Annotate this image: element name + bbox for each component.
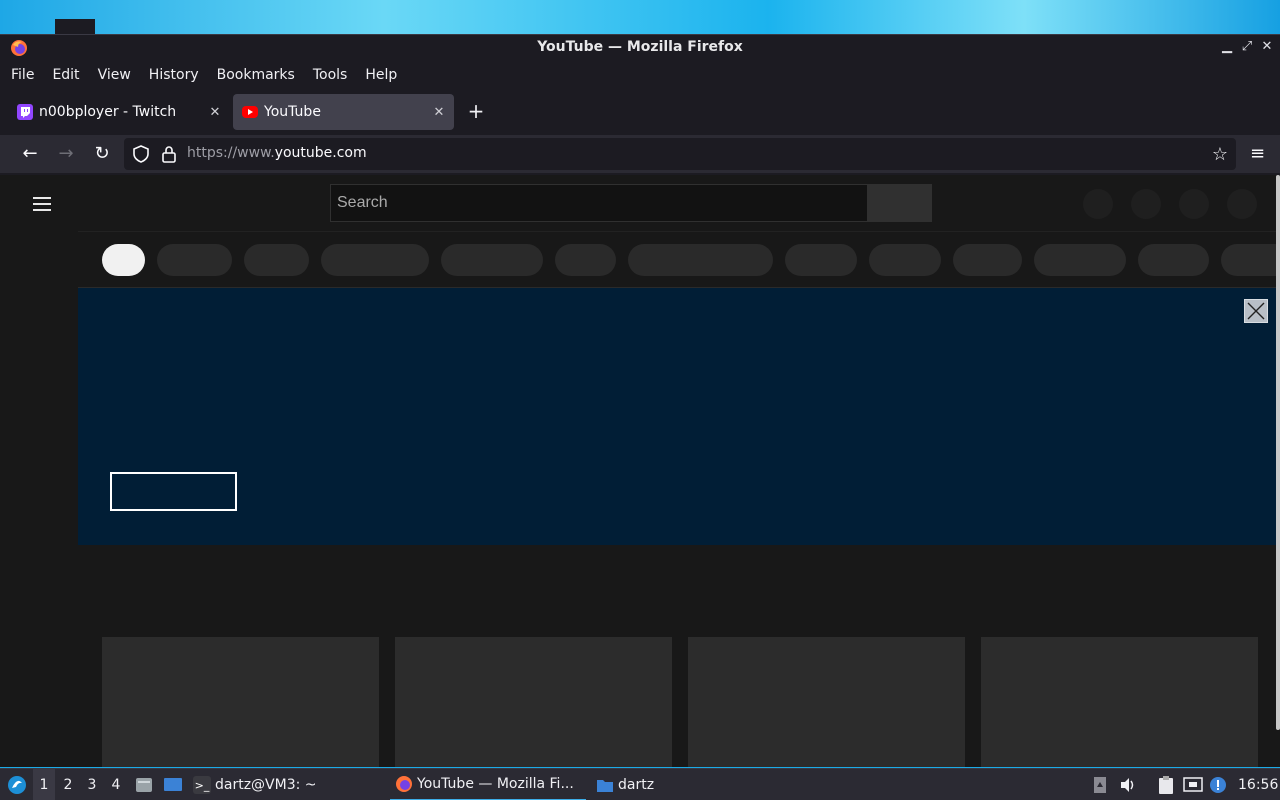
url-host: youtube.com: [274, 145, 367, 161]
workspace-1[interactable]: 1: [33, 769, 55, 800]
address-bar[interactable]: https://www.youtube.com ☆: [124, 138, 1236, 170]
close-tab-icon[interactable]: ✕: [205, 105, 225, 120]
tracking-protection-shield-icon[interactable]: [132, 145, 150, 163]
new-tab-button[interactable]: +: [466, 101, 486, 121]
volume-icon[interactable]: [1118, 769, 1138, 800]
desktop-window-stub: [55, 19, 95, 34]
desktop-icon: [164, 778, 182, 791]
chip-placeholder[interactable]: [157, 244, 232, 276]
tray-expand-icon[interactable]: [1092, 769, 1108, 800]
banner-cta-button[interactable]: [110, 472, 237, 511]
file-manager-launcher[interactable]: [134, 769, 154, 800]
menu-history[interactable]: History: [146, 67, 202, 83]
task-firefox[interactable]: YouTube — Mozilla Fi...: [390, 769, 586, 800]
chip-placeholder[interactable]: [1138, 244, 1209, 276]
desktop-wallpaper: [0, 0, 1280, 34]
url-scheme: https://www.: [187, 145, 275, 161]
title-bar: YouTube — Mozilla Firefox ▁ ⤢ ✕: [0, 35, 1280, 60]
navigation-toolbar: ← → ↻ https://www.youtube.com ☆ ≡: [0, 135, 1280, 173]
chip-placeholder[interactable]: [869, 244, 941, 276]
video-thumbnail-placeholder[interactable]: [102, 637, 379, 767]
close-tab-icon[interactable]: ✕: [429, 105, 449, 120]
menu-help[interactable]: Help: [362, 67, 400, 83]
search-input[interactable]: Search: [330, 184, 868, 222]
close-window-button[interactable]: ✕: [1260, 39, 1274, 54]
tab-strip: n00bployer - Twitch ✕ YouTube ✕ +: [0, 93, 1280, 133]
task-files[interactable]: dartz: [596, 769, 696, 800]
menu-tools[interactable]: Tools: [310, 67, 351, 83]
tab-label: n00bployer - Twitch: [39, 104, 177, 120]
chip-placeholder[interactable]: [441, 244, 543, 276]
header-placeholder-icon[interactable]: [1179, 189, 1209, 219]
youtube-icon: [242, 106, 258, 118]
page-scrollbar[interactable]: [1276, 175, 1280, 730]
promo-banner: [78, 287, 1280, 545]
workspace-2[interactable]: 2: [57, 769, 79, 800]
workspace-3[interactable]: 3: [81, 769, 103, 800]
chip-placeholder[interactable]: [1034, 244, 1126, 276]
clock[interactable]: 16:56: [1238, 769, 1278, 800]
url-text[interactable]: https://www.youtube.com: [187, 145, 367, 161]
youtube-sidebar: [0, 175, 78, 767]
video-thumbnail-placeholder[interactable]: [981, 637, 1258, 767]
task-label: dartz: [618, 777, 655, 793]
close-icon: [1247, 302, 1265, 320]
task-label: dartz@VM3: ~: [215, 777, 317, 793]
category-chip-bar: [78, 231, 1280, 287]
tab-youtube[interactable]: YouTube ✕: [233, 94, 454, 130]
tab-label: YouTube: [264, 104, 321, 120]
taskbar: 1 2 3 4 >_ dartz@VM3: ~ YouTube — Mozill…: [0, 768, 1280, 800]
chip-placeholder[interactable]: [785, 244, 857, 276]
terminal-icon: >_: [193, 776, 211, 794]
menu-file[interactable]: File: [8, 67, 37, 83]
network-icon[interactable]: [1182, 769, 1204, 800]
header-placeholder-icon[interactable]: [1131, 189, 1161, 219]
chip-placeholder[interactable]: [321, 244, 429, 276]
chip-placeholder[interactable]: [628, 244, 773, 276]
bookmark-star-icon[interactable]: ☆: [1212, 144, 1228, 165]
workspace-4[interactable]: 4: [105, 769, 127, 800]
menu-view[interactable]: View: [95, 67, 134, 83]
forward-button[interactable]: →: [55, 143, 77, 165]
reload-button[interactable]: ↻: [91, 143, 113, 165]
show-desktop-button[interactable]: [162, 769, 184, 800]
firefox-icon: [396, 776, 412, 792]
hamburger-menu-icon[interactable]: [33, 197, 51, 211]
task-terminal[interactable]: >_ dartz@VM3: ~: [193, 769, 373, 800]
menu-edit[interactable]: Edit: [49, 67, 82, 83]
minimize-button[interactable]: ▁: [1220, 39, 1234, 54]
banner-close-button[interactable]: [1244, 299, 1268, 323]
lock-icon[interactable]: [161, 145, 177, 163]
app-menu-button[interactable]: ≡: [1250, 143, 1265, 164]
chip-placeholder[interactable]: [1221, 244, 1280, 276]
task-label: YouTube — Mozilla Fi...: [417, 776, 574, 792]
header-placeholder-icon[interactable]: [1227, 189, 1257, 219]
start-menu-button[interactable]: [6, 769, 28, 800]
lxqt-logo-icon: [8, 776, 26, 794]
tab-twitch[interactable]: n00bployer - Twitch ✕: [8, 94, 230, 130]
video-thumbnail-placeholder[interactable]: [395, 637, 672, 767]
chip-placeholder[interactable]: [953, 244, 1022, 276]
menu-bookmarks[interactable]: Bookmarks: [214, 67, 298, 83]
back-button[interactable]: ←: [19, 143, 41, 165]
maximize-button[interactable]: ⤢: [1240, 39, 1254, 54]
menu-bar: File Edit View History Bookmarks Tools H…: [0, 63, 1280, 87]
video-grid: [78, 545, 1280, 767]
twitch-icon: [17, 104, 33, 120]
clipboard-icon[interactable]: [1155, 769, 1177, 800]
window-title: YouTube — Mozilla Firefox: [537, 39, 743, 55]
firefox-window: YouTube — Mozilla Firefox ▁ ⤢ ✕ File Edi…: [0, 34, 1280, 767]
folder-icon: [597, 780, 613, 792]
youtube-page: Search: [0, 175, 1280, 767]
header-placeholder-icon[interactable]: [1083, 189, 1113, 219]
chip-placeholder[interactable]: [244, 244, 309, 276]
update-notifier-icon[interactable]: [1208, 769, 1228, 800]
archive-icon: [136, 778, 152, 792]
search-button[interactable]: [868, 184, 932, 222]
chip-placeholder[interactable]: [555, 244, 616, 276]
video-thumbnail-placeholder[interactable]: [688, 637, 965, 767]
chip-placeholder[interactable]: [102, 244, 145, 276]
